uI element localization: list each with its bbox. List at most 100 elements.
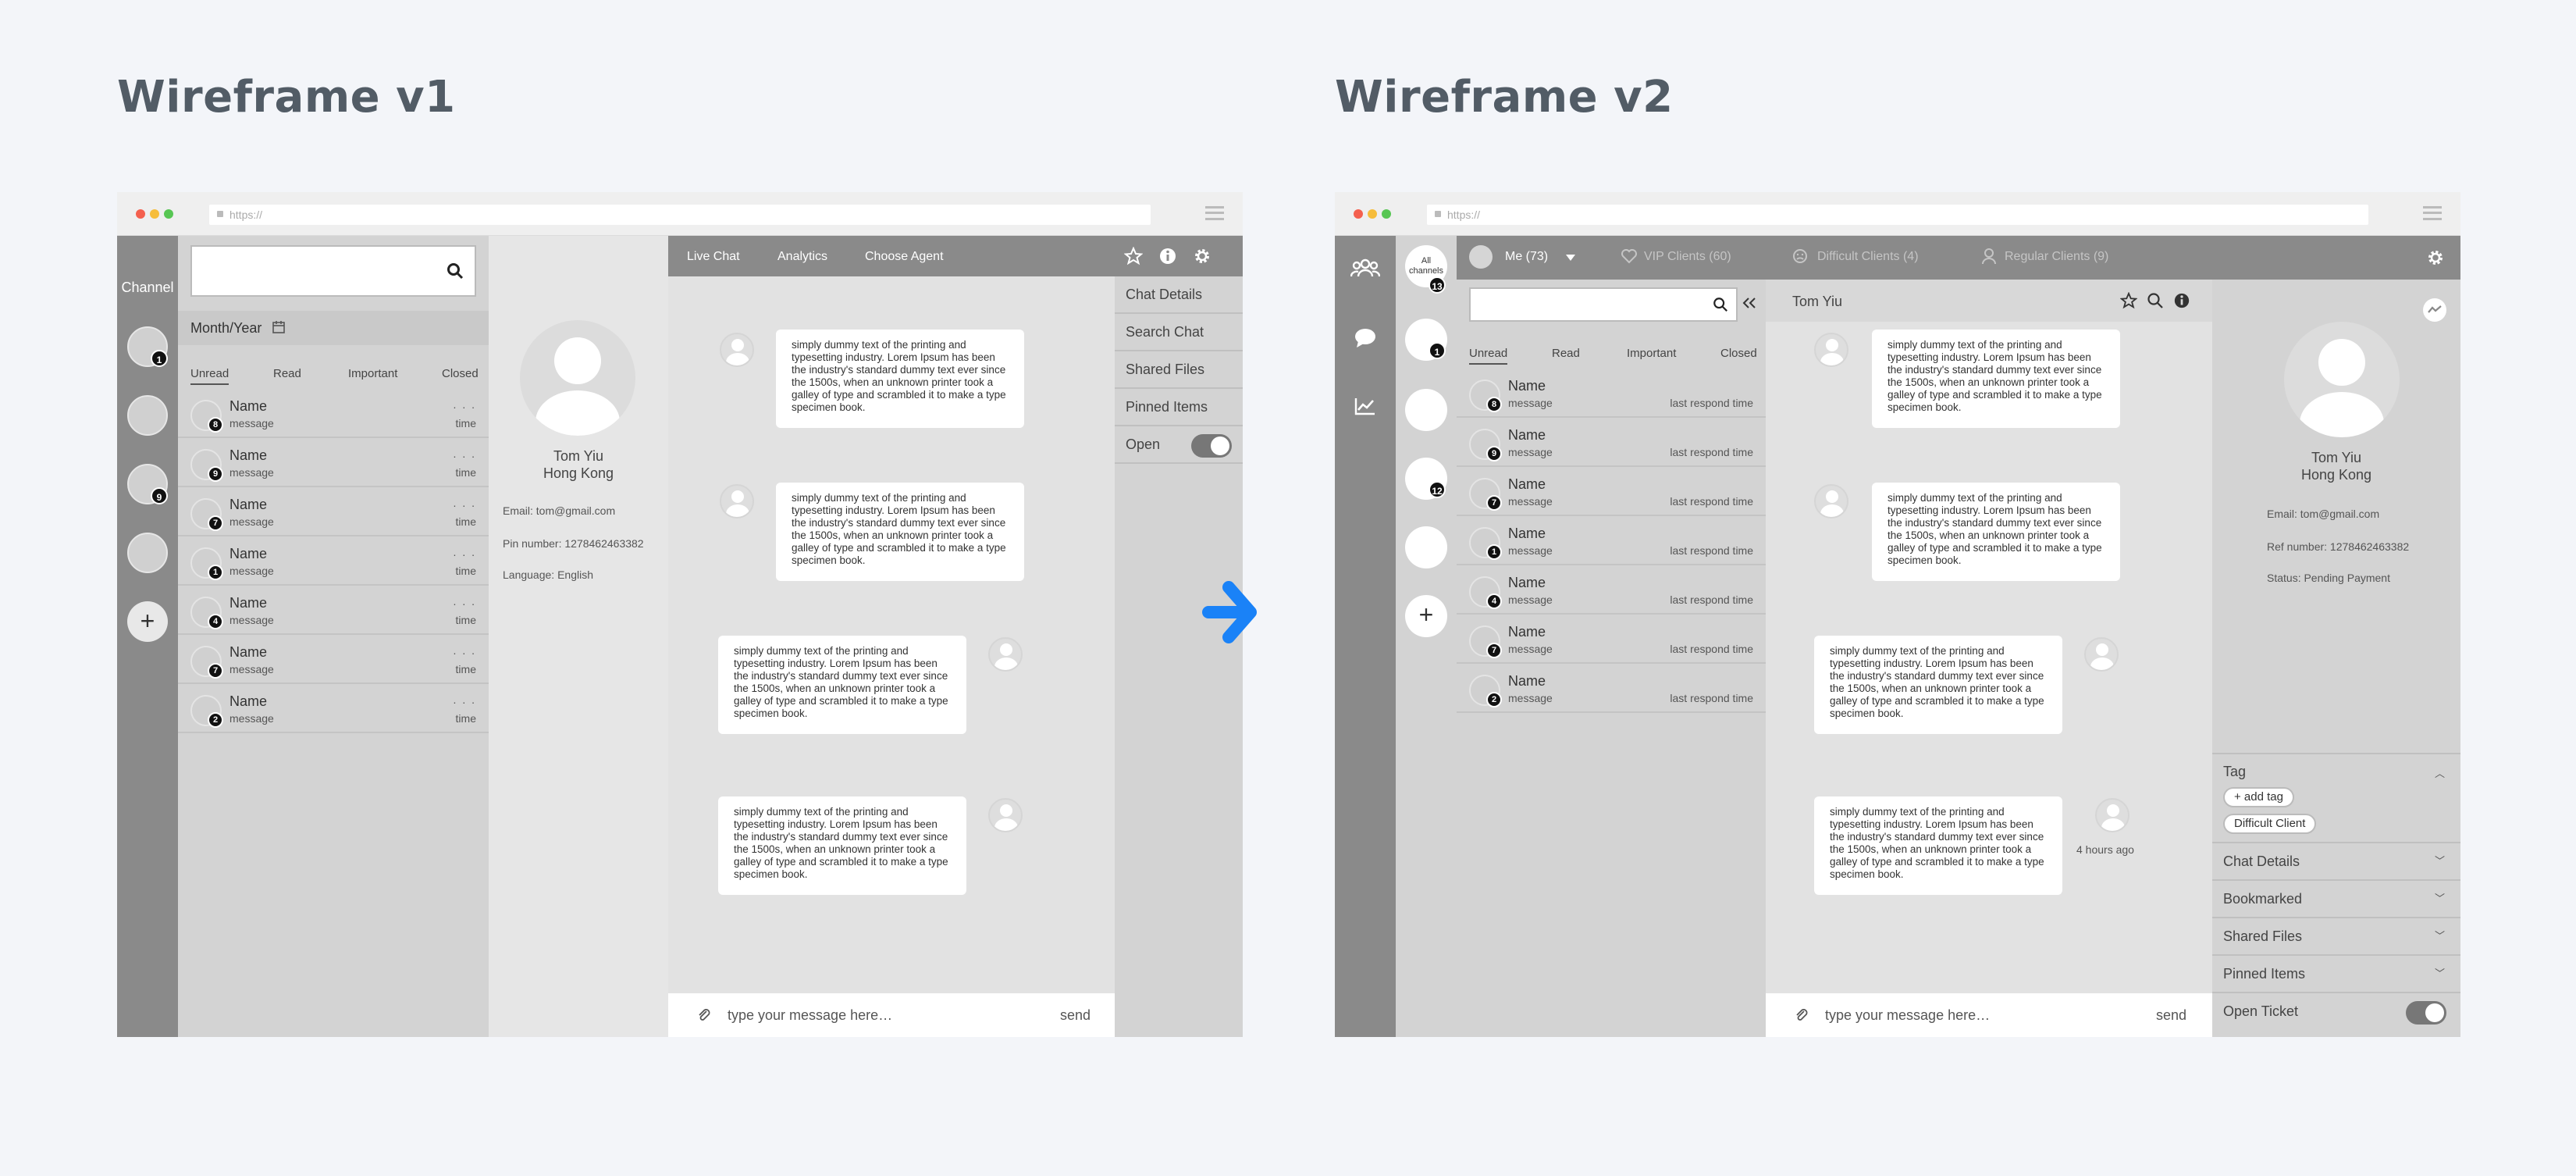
all-channels-button[interactable]: All channels 13 — [1405, 245, 1447, 294]
message-area: simply dummy text of the printing and ty… — [668, 276, 1115, 993]
message-composer[interactable]: type your message here… send — [1766, 993, 2212, 1037]
message-composer[interactable]: type your message here… send — [668, 993, 1115, 1037]
me-filter[interactable]: Me (73) — [1505, 250, 1548, 264]
minimize-dot[interactable] — [1368, 209, 1377, 219]
send-button[interactable]: send — [1060, 1007, 1091, 1024]
hamburger-menu-icon[interactable] — [2423, 206, 2442, 220]
list-item[interactable]: 1 Name message . . . time — [178, 536, 489, 586]
open-row: Open — [1115, 426, 1243, 464]
analytics-icon[interactable] — [1354, 397, 1376, 415]
star-icon[interactable] — [1124, 247, 1143, 265]
tab-closed[interactable]: Closed — [1720, 347, 1757, 360]
info-icon[interactable] — [1158, 247, 1177, 265]
tab-unread[interactable]: Unread — [190, 367, 229, 385]
add-channel-button[interactable]: + — [1405, 595, 1447, 637]
hamburger-menu-icon[interactable] — [1205, 206, 1224, 220]
info-icon[interactable] — [2173, 292, 2190, 309]
list-item[interactable]: 7 Name message . . . time — [178, 487, 489, 536]
channel-item[interactable]: 1 — [127, 326, 168, 367]
avatar: 9 — [190, 449, 223, 482]
section-label: Shared Files — [2223, 928, 2303, 944]
chat-details-item[interactable]: Chat Details — [1115, 276, 1243, 314]
list-item[interactable]: 7 Name message last respond time — [1457, 615, 1766, 664]
paperclip-icon[interactable] — [696, 1007, 712, 1023]
regular-clients-filter[interactable]: Regular Clients (9) — [2005, 250, 2108, 264]
more-dots: . . . — [453, 595, 476, 608]
add-channel-button[interactable]: + — [127, 601, 168, 642]
list-item[interactable]: 2 Name message last respond time — [1457, 664, 1766, 713]
list-item[interactable]: 8 Name message last respond time — [1457, 369, 1766, 418]
channel-item[interactable] — [127, 395, 168, 436]
contact-name: Name — [1508, 673, 1546, 689]
team-icon[interactable] — [1350, 258, 1380, 278]
nav-choose-agent[interactable]: Choose Agent — [865, 250, 944, 264]
search-chat-item[interactable]: Search Chat — [1115, 314, 1243, 351]
chat-bubble-icon[interactable] — [1354, 328, 1376, 348]
list-item[interactable]: 7 Name message . . . time — [178, 635, 489, 684]
channel-item[interactable] — [127, 533, 168, 573]
send-button[interactable]: send — [2156, 1007, 2186, 1024]
gear-icon[interactable] — [2426, 248, 2445, 267]
channel-item[interactable]: 1 — [1405, 319, 1447, 361]
pinned-items-section[interactable]: Pinned Items ﹀ — [2212, 956, 2460, 993]
star-icon[interactable] — [2120, 292, 2137, 309]
search-input[interactable] — [190, 245, 476, 297]
tab-read[interactable]: Read — [1552, 347, 1580, 360]
url-bar[interactable]: https:// — [209, 205, 1151, 225]
list-item[interactable]: 7 Name message last respond time — [1457, 467, 1766, 516]
shared-files-item[interactable]: Shared Files — [1115, 351, 1243, 389]
nav-analytics[interactable]: Analytics — [777, 250, 827, 264]
customer-avatar — [720, 484, 754, 519]
search-icon — [447, 263, 464, 280]
month-year-filter[interactable]: Month/Year — [178, 311, 489, 345]
unread-badge: 9 — [1486, 446, 1502, 461]
tab-important[interactable]: Important — [1627, 347, 1676, 360]
list-item[interactable]: 4 Name message . . . time — [178, 586, 489, 635]
channel-item[interactable] — [1405, 389, 1447, 431]
channel-item[interactable]: 9 — [127, 464, 168, 504]
message-input-placeholder[interactable]: type your message here… — [728, 1007, 892, 1024]
open-ticket-toggle[interactable] — [2406, 1001, 2446, 1025]
close-dot[interactable] — [136, 209, 145, 219]
url-bar[interactable]: https:// — [1427, 205, 2368, 225]
row-time: last respond time — [1670, 544, 1753, 557]
minimize-dot[interactable] — [150, 209, 159, 219]
list-item[interactable]: 4 Name message last respond time — [1457, 565, 1766, 615]
contact-name: Name — [229, 644, 268, 660]
difficult-clients-filter[interactable]: Difficult Clients (4) — [1817, 250, 1919, 264]
bookmarked-section[interactable]: Bookmarked ﹀ — [2212, 881, 2460, 918]
chevron-up-icon[interactable]: ︿ — [2435, 765, 2445, 780]
tag-difficult-client[interactable]: Difficult Client — [2223, 814, 2317, 834]
list-item[interactable]: 8 Name message . . . time — [178, 389, 489, 438]
list-item[interactable]: 9 Name message . . . time — [178, 438, 489, 487]
search-icon[interactable] — [2147, 292, 2164, 309]
messenger-icon[interactable] — [2421, 297, 2448, 323]
tab-read[interactable]: Read — [273, 367, 301, 380]
message-input-placeholder[interactable]: type your message here… — [1825, 1007, 1990, 1024]
tab-unread[interactable]: Unread — [1469, 347, 1508, 365]
vip-clients-filter[interactable]: VIP Clients (60) — [1644, 250, 1731, 264]
message-preview: message — [229, 663, 274, 675]
list-item[interactable]: 2 Name message . . . time — [178, 684, 489, 733]
maximize-dot[interactable] — [1382, 209, 1391, 219]
gear-icon[interactable] — [1193, 247, 1212, 265]
shared-files-section[interactable]: Shared Files ﹀ — [2212, 918, 2460, 956]
chevron-down-icon[interactable] — [1566, 255, 1575, 261]
channel-item[interactable] — [1405, 526, 1447, 568]
nav-live-chat[interactable]: Live Chat — [687, 250, 740, 264]
search-input[interactable] — [1469, 287, 1738, 322]
tab-important[interactable]: Important — [348, 367, 397, 380]
paperclip-icon[interactable] — [1794, 1007, 1809, 1023]
close-dot[interactable] — [1354, 209, 1363, 219]
list-item[interactable]: 1 Name message last respond time — [1457, 516, 1766, 565]
chat-details-section[interactable]: Chat Details ﹀ — [2212, 843, 2460, 881]
list-item[interactable]: 9 Name message last respond time — [1457, 418, 1766, 467]
channel-item[interactable]: 12 — [1405, 458, 1447, 500]
browser-chrome: https:// — [1335, 192, 2460, 236]
maximize-dot[interactable] — [164, 209, 173, 219]
open-toggle[interactable] — [1191, 434, 1232, 458]
collapse-icon[interactable] — [1742, 297, 1756, 309]
pinned-items-item[interactable]: Pinned Items — [1115, 389, 1243, 426]
add-tag-button[interactable]: + add tag — [2223, 787, 2294, 807]
tab-closed[interactable]: Closed — [442, 367, 479, 380]
